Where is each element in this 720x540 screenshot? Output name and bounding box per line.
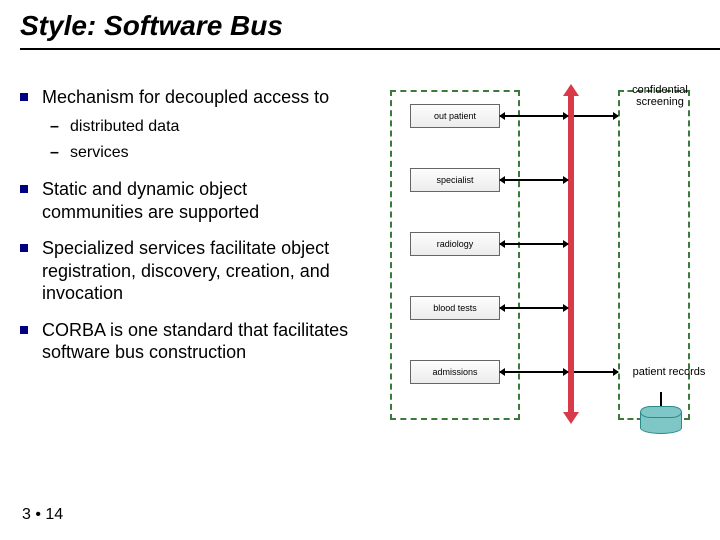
node-radiology: radiology: [410, 232, 500, 256]
node-label: out patient: [434, 111, 476, 121]
connector: [500, 243, 568, 245]
bullet-list: Mechanism for decoupled access to distri…: [20, 86, 350, 364]
db-connector-icon: [660, 392, 662, 406]
slide-title: Style: Software Bus: [20, 10, 720, 46]
node-out-patient: out patient: [410, 104, 500, 128]
bullet-item: Specialized services facilitate object r…: [20, 237, 350, 305]
bullet-item: Static and dynamic object communities ar…: [20, 178, 350, 223]
node-label: radiology: [437, 239, 474, 249]
connector: [500, 115, 568, 117]
label-patient-records: patient records: [624, 366, 714, 378]
node-label: admissions: [432, 367, 477, 377]
sub-item: services: [42, 143, 350, 164]
database-icon: [640, 406, 682, 436]
bullet-item: Mechanism for decoupled access to distri…: [20, 86, 350, 164]
diagram: out patient specialist radiology blood t…: [350, 86, 700, 466]
node-label: blood tests: [433, 303, 477, 313]
label-confidential-screening: confidential screening: [620, 84, 700, 108]
bullet-item: CORBA is one standard that facilitates s…: [20, 319, 350, 364]
node-blood-tests: blood tests: [410, 296, 500, 320]
slide: Style: Software Bus Mechanism for decoup…: [0, 0, 720, 540]
connector: [500, 307, 568, 309]
node-label: specialist: [436, 175, 473, 185]
title-rule: [20, 48, 720, 50]
connector: [500, 371, 568, 373]
connector: [500, 179, 568, 181]
node-admissions: admissions: [410, 360, 500, 384]
title-block: Style: Software Bus: [20, 10, 720, 50]
bullet-text: Mechanism for decoupled access to: [42, 87, 329, 107]
body-row: Mechanism for decoupled access to distri…: [20, 86, 700, 466]
sub-list: distributed data services: [42, 117, 350, 165]
node-specialist: specialist: [410, 168, 500, 192]
connector-right: [574, 115, 618, 117]
arrowhead-down-icon: [563, 412, 579, 424]
page-number: 3 • 14: [22, 506, 63, 524]
db-top: [640, 406, 682, 418]
sub-item: distributed data: [42, 117, 350, 138]
text-column: Mechanism for decoupled access to distri…: [20, 86, 350, 466]
bus-shaft: [568, 94, 574, 414]
connector-right: [574, 371, 618, 373]
